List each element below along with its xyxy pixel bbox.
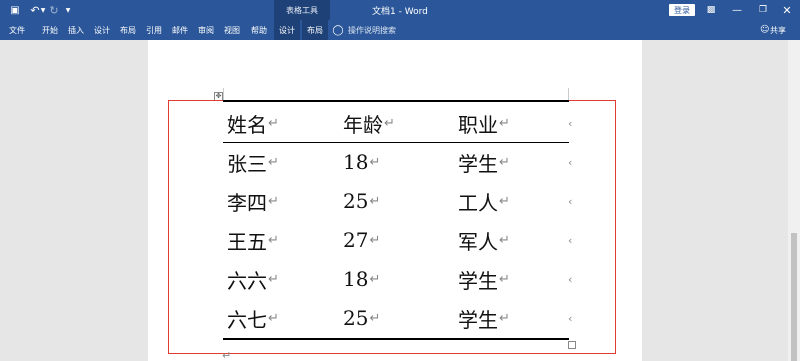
tab-mailings[interactable]: 邮件: [168, 20, 192, 40]
cell-text: 学生: [458, 268, 498, 293]
cell-end-mark: ↵: [499, 310, 510, 326]
cell-end-mark: ↵: [384, 115, 395, 131]
tab-help[interactable]: 帮助: [246, 20, 272, 40]
table-cell[interactable]: 学生 ↵: [458, 298, 510, 338]
share-button[interactable]: 共享: [770, 20, 786, 40]
table-cell[interactable]: 学生 ↵: [458, 142, 510, 182]
cell-text: 工人: [458, 190, 498, 215]
cell-text: 王五: [227, 229, 267, 254]
scrollbar-thumb[interactable]: [791, 233, 797, 361]
cell-end-mark: ↵: [268, 115, 279, 131]
cell-text: 张三: [227, 151, 267, 176]
cell-end-mark: ↵: [268, 271, 279, 287]
row-end-mark: ‹: [568, 116, 573, 130]
cell-end-mark: ↵: [268, 154, 279, 170]
cell-text: 李四: [227, 190, 267, 215]
customize-quick-access-icon[interactable]: ▼: [64, 0, 72, 20]
cell-text: 六七: [227, 307, 267, 332]
table-cell[interactable]: 年龄 ↵: [343, 103, 395, 143]
cell-text: 25: [343, 189, 369, 213]
cell-end-mark: ↵: [369, 232, 381, 248]
table-gridline-top: [223, 88, 569, 100]
table-cell[interactable]: 军人 ↵: [458, 220, 510, 260]
ribbon-display-options-icon[interactable]: ▩: [700, 0, 722, 20]
cell-end-mark: ↵: [369, 310, 381, 326]
tell-me-search[interactable]: 操作说明搜索: [348, 20, 396, 40]
paragraph-mark: ↵: [222, 349, 232, 361]
cell-text: 军人: [458, 229, 498, 254]
table-cell[interactable]: 25 ↵: [343, 181, 380, 221]
cell-text: 学生: [458, 307, 498, 332]
tab-review[interactable]: 审阅: [194, 20, 218, 40]
table-cell[interactable]: 27 ↵: [343, 220, 380, 260]
table-bottom-rule: [223, 338, 569, 340]
cell-end-mark: ↵: [499, 193, 510, 209]
cell-text: 六六: [227, 268, 267, 293]
cell-text: 27: [343, 228, 369, 252]
row-end-mark: ‹: [568, 311, 573, 325]
cell-end-mark: ↵: [369, 271, 381, 287]
tab-layout[interactable]: 布局: [116, 20, 140, 40]
tab-view[interactable]: 视图: [220, 20, 244, 40]
table-cell[interactable]: 18 ↵: [343, 259, 380, 299]
table-cell[interactable]: 职业 ↵: [458, 103, 510, 143]
redo-icon[interactable]: ↻: [48, 0, 60, 20]
undo-dropdown-icon[interactable]: ▼: [40, 0, 46, 20]
cell-end-mark: ↵: [268, 310, 279, 326]
cell-end-mark: ↵: [369, 193, 381, 209]
cell-text: 年龄: [343, 112, 383, 137]
tab-design[interactable]: 设计: [90, 20, 114, 40]
restore-icon[interactable]: ❐: [752, 0, 774, 20]
cell-end-mark: ↵: [499, 115, 510, 131]
cell-end-mark: ↵: [499, 232, 510, 248]
tab-references[interactable]: 引用: [142, 20, 166, 40]
table-cell[interactable]: 姓名 ↵: [227, 103, 279, 143]
row-end-mark: ‹: [568, 272, 573, 286]
tab-insert[interactable]: 插入: [64, 20, 88, 40]
table-cell[interactable]: 王五 ↵: [227, 220, 279, 260]
cell-text: 18: [343, 267, 369, 291]
tab-table-design[interactable]: 设计: [274, 20, 300, 40]
close-icon[interactable]: ✕: [776, 0, 798, 20]
save-icon[interactable]: ▣: [8, 0, 22, 20]
tab-file[interactable]: 文件: [6, 20, 28, 40]
table-resize-handle-icon[interactable]: [568, 341, 576, 349]
table-cell[interactable]: 学生 ↵: [458, 259, 510, 299]
tab-table-layout[interactable]: 布局: [302, 20, 328, 40]
cell-end-mark: ↵: [369, 154, 381, 170]
login-button[interactable]: 登录: [669, 4, 695, 16]
row-end-mark: ‹: [568, 233, 573, 247]
cell-end-mark: ↵: [499, 154, 510, 170]
context-group-label: 表格工具: [274, 0, 330, 20]
row-end-mark: ‹: [568, 155, 573, 169]
person-icon: ☺: [760, 25, 770, 35]
lightbulb-icon: ◯: [332, 24, 344, 36]
cell-text: 25: [343, 306, 369, 330]
table-cell[interactable]: 李四 ↵: [227, 181, 279, 221]
cell-text: 学生: [458, 151, 498, 176]
table-cell[interactable]: 张三 ↵: [227, 142, 279, 182]
cell-end-mark: ↵: [268, 232, 279, 248]
cell-text: 职业: [458, 112, 498, 137]
table-cell[interactable]: 六六 ↵: [227, 259, 279, 299]
row-end-mark: ‹: [568, 194, 573, 208]
cell-text: 姓名: [227, 112, 267, 137]
minimize-icon[interactable]: —: [726, 0, 748, 20]
table-cell[interactable]: 工人 ↵: [458, 181, 510, 221]
cell-text: 18: [343, 150, 369, 174]
table-cell[interactable]: 25 ↵: [343, 298, 380, 338]
document-title: 文档1 - Word: [372, 6, 428, 17]
tab-home[interactable]: 开始: [38, 20, 62, 40]
table-top-rule: [223, 100, 569, 102]
table-cell[interactable]: 18 ↵: [343, 142, 380, 182]
cell-end-mark: ↵: [268, 193, 279, 209]
cell-end-mark: ↵: [499, 271, 510, 287]
table-cell[interactable]: 六七 ↵: [227, 298, 279, 338]
